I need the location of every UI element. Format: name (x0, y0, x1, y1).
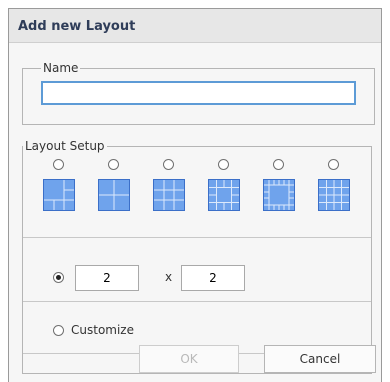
layout-presets (23, 159, 373, 219)
rows-input[interactable] (181, 265, 245, 291)
preset-layout-3x3[interactable] (153, 159, 185, 219)
preset-radio[interactable] (53, 159, 64, 170)
preset-radio[interactable] (108, 159, 119, 170)
preset-radio[interactable] (163, 159, 174, 170)
preset-radio[interactable] (273, 159, 284, 170)
layout-1-plus-5-icon (43, 179, 75, 211)
layout-4x4-icon (318, 179, 350, 211)
dialog-title: Add new Layout (18, 19, 136, 34)
layout-3x3-icon (153, 179, 185, 211)
layout-1-plus-15-icon (263, 179, 295, 211)
preset-layout-1-plus-12[interactable] (208, 159, 240, 219)
ok-button[interactable]: OK (139, 345, 239, 373)
add-layout-dialog: Add new Layout Name Layout Setup 2 x 2 C… (8, 8, 382, 382)
customize-radio[interactable] (53, 325, 64, 336)
preset-radio[interactable] (218, 159, 229, 170)
columns-input[interactable] (75, 265, 139, 291)
layout-1-plus-12-icon (208, 179, 240, 211)
preset-radio[interactable] (328, 159, 339, 170)
layout-setup-group: Layout Setup 2 x 2 Customize (22, 139, 372, 374)
times-label: x (165, 270, 173, 284)
custom-grid-radio[interactable] (53, 272, 64, 283)
name-group: Name (22, 61, 375, 125)
preset-layout-2x2[interactable] (98, 159, 130, 219)
name-legend: Name (43, 61, 79, 75)
layout-divider (23, 301, 371, 302)
layout-divider (23, 237, 371, 238)
preset-layout-1-plus-5[interactable] (43, 159, 75, 219)
preset-layout-1-plus-15[interactable] (263, 159, 295, 219)
preset-layout-4x4[interactable] (318, 159, 350, 219)
customize-label: Customize (71, 323, 134, 337)
name-input[interactable] (41, 81, 356, 105)
layout-2x2-icon (98, 179, 130, 211)
dialog-titlebar: Add new Layout (9, 9, 381, 43)
layout-setup-legend: Layout Setup (25, 139, 105, 153)
cancel-button[interactable]: Cancel (264, 345, 376, 373)
